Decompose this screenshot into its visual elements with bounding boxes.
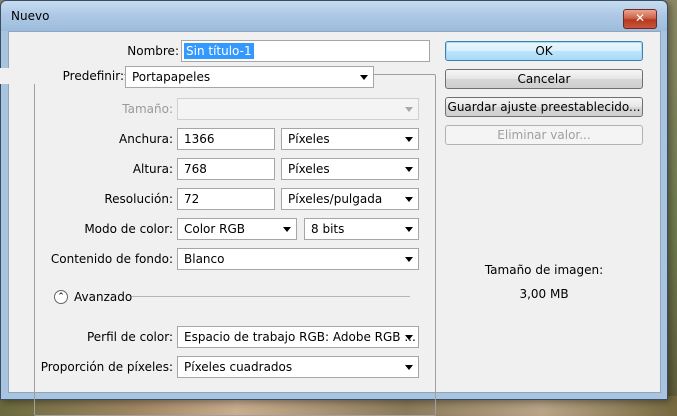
color-mode-label: Modo de color: (84, 222, 173, 236)
resolution-unit-value: Píxeles/pulgada (288, 192, 383, 206)
chevron-down-icon (405, 365, 413, 370)
chevron-down-icon (405, 107, 413, 112)
name-input-value: Sin título-1 (184, 43, 254, 59)
pixel-aspect-ratio-select[interactable]: Píxeles cuadrados (177, 356, 419, 378)
height-unit-select[interactable]: Píxeles (281, 158, 419, 180)
new-document-dialog: Nuevo ✕ Nombre: Sin título-1 Predefinir:… (0, 0, 668, 416)
ok-button[interactable]: OK (445, 41, 643, 61)
chevron-down-icon (405, 167, 413, 172)
width-input[interactable]: 1366 (177, 128, 275, 150)
color-profile-label: Perfil de color: (86, 330, 173, 344)
color-profile-value: Espacio de trabajo RGB: Adobe RGB ... (184, 330, 416, 344)
size-label: Tamaño: (122, 102, 173, 116)
width-label: Anchura: (119, 132, 173, 146)
pixel-aspect-ratio-label: Proporción de píxeles: (40, 360, 173, 374)
advanced-label: Avanzado (74, 290, 133, 304)
delete-preset-button[interactable]: Eliminar valor... (445, 125, 643, 145)
size-select[interactable] (177, 98, 419, 120)
title-bar[interactable]: Nuevo ✕ (1, 1, 667, 31)
window-title: Nuevo (11, 9, 50, 23)
background-contents-label: Contenido de fondo: (50, 252, 173, 266)
close-button[interactable]: ✕ (623, 9, 657, 29)
preset-select-value: Portapapeles (132, 70, 211, 84)
height-unit-value: Píxeles (288, 162, 330, 176)
resolution-input[interactable]: 72 (177, 188, 275, 210)
background-contents-value: Blanco (184, 252, 225, 266)
bit-depth-value: 8 bits (311, 222, 345, 236)
background-contents-select[interactable]: Blanco (177, 248, 419, 270)
width-unit-value: Píxeles (288, 132, 330, 146)
advanced-divider (132, 296, 410, 297)
name-input[interactable]: Sin título-1 (181, 40, 430, 62)
color-mode-select[interactable]: Color RGB (177, 218, 297, 240)
color-profile-select[interactable]: Espacio de trabajo RGB: Adobe RGB ... (177, 326, 419, 348)
pixel-aspect-ratio-value: Píxeles cuadrados (184, 360, 293, 374)
dialog-body: Nombre: Sin título-1 Predefinir: Portapa… (0, 31, 661, 416)
height-input[interactable]: 768 (177, 158, 275, 180)
chevron-down-icon (405, 257, 413, 262)
name-label: Nombre: (127, 44, 179, 58)
color-mode-value: Color RGB (184, 222, 246, 236)
height-label: Altura: (132, 162, 173, 176)
chevron-down-icon (405, 227, 413, 232)
chevron-down-icon (360, 75, 368, 80)
cancel-button[interactable]: Cancelar (445, 69, 643, 89)
width-unit-select[interactable]: Píxeles (281, 128, 419, 150)
resolution-unit-select[interactable]: Píxeles/pulgada (281, 188, 419, 210)
chevron-down-icon (283, 227, 291, 232)
image-size-value: 3,00 MB (519, 287, 569, 301)
chevron-down-icon (405, 335, 413, 340)
chevron-down-icon (405, 137, 413, 142)
save-preset-button[interactable]: Guardar ajuste preestablecido... (445, 97, 643, 117)
resolution-label: Resolución: (104, 192, 173, 206)
preset-label: Predefinir: (0, 68, 124, 84)
preset-select[interactable]: Portapapeles (125, 66, 374, 88)
bit-depth-select[interactable]: 8 bits (304, 218, 419, 240)
image-size-label: Tamaño de imagen: (484, 263, 604, 277)
advanced-collapse-icon[interactable]: ⌃ (54, 290, 68, 304)
chevron-down-icon (405, 197, 413, 202)
